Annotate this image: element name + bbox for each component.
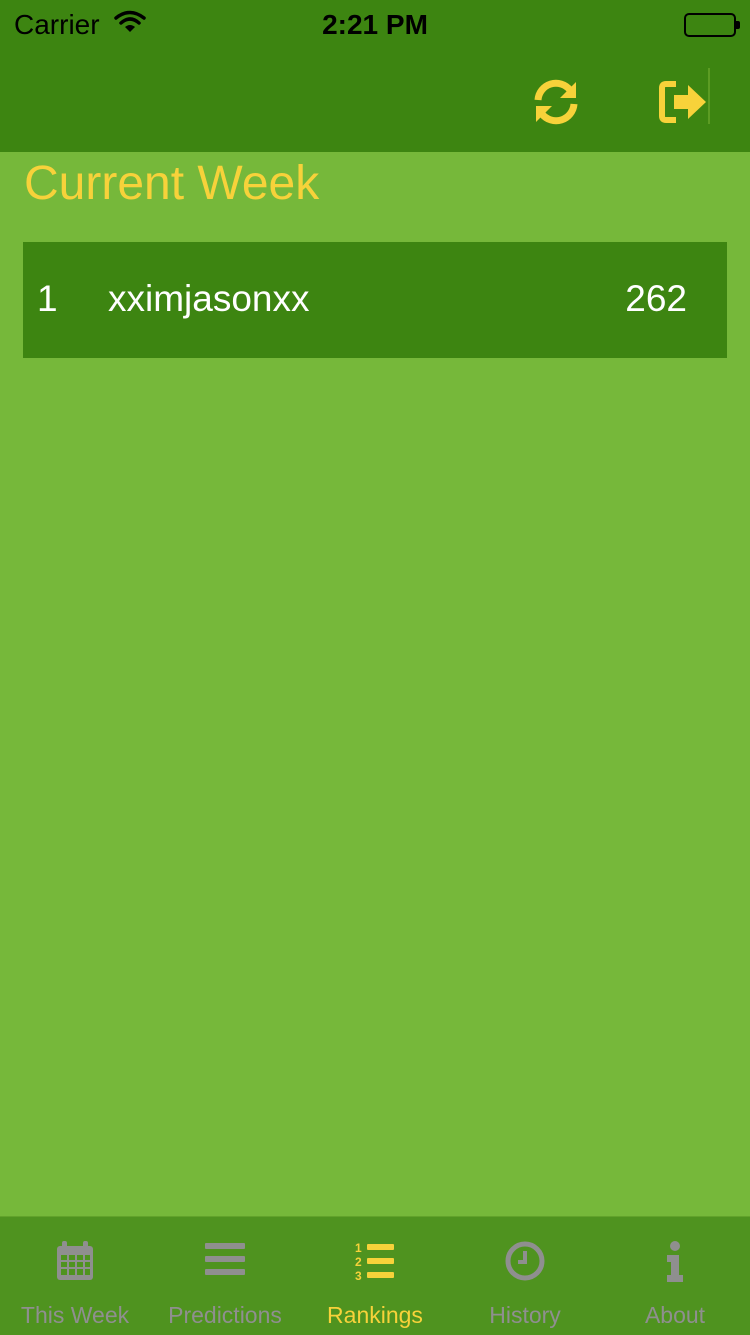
ranking-row[interactable]: 1 xximjasonxx 262: [23, 242, 727, 358]
logout-button[interactable]: [652, 70, 716, 134]
tab-bar: This Week Predictions 1 2 3 Rankings His…: [0, 1216, 750, 1335]
player-name: xximjasonxx: [108, 278, 310, 319]
tab-label: This Week: [20, 1302, 130, 1328]
svg-text:2: 2: [355, 1255, 362, 1269]
tab-this-week[interactable]: This Week: [0, 1217, 150, 1335]
nav-divider: [708, 68, 710, 124]
tab-rankings[interactable]: 1 2 3 Rankings: [300, 1217, 450, 1335]
tab-predictions[interactable]: Predictions: [150, 1217, 300, 1335]
tab-label: About: [644, 1302, 706, 1328]
refresh-button[interactable]: [524, 70, 588, 134]
tab-label: Rankings: [327, 1302, 423, 1328]
clock-icon: [450, 1241, 600, 1285]
rankings-list: 1 xximjasonxx 262: [23, 242, 727, 358]
rank-number: 1: [37, 278, 58, 319]
tab-label: History: [489, 1302, 561, 1328]
navigation-bar: [0, 52, 750, 152]
info-icon: [600, 1241, 750, 1285]
battery-icon: [684, 13, 740, 37]
tab-about[interactable]: About: [600, 1217, 750, 1335]
player-score: 262: [625, 278, 687, 319]
list-icon: [150, 1241, 300, 1285]
refresh-icon: [534, 79, 578, 125]
svg-text:3: 3: [355, 1269, 362, 1283]
ranked-list-icon: 1 2 3: [300, 1241, 450, 1285]
status-time: 2:21 PM: [322, 9, 428, 40]
svg-text:1: 1: [355, 1241, 362, 1255]
section-title: Current Week: [24, 157, 320, 210]
logout-icon: [659, 81, 706, 123]
calendar-icon: [0, 1241, 150, 1285]
tab-history[interactable]: History: [450, 1217, 600, 1335]
status-bar: Carrier 2:21 PM: [0, 0, 750, 52]
tab-label: Predictions: [168, 1302, 282, 1328]
